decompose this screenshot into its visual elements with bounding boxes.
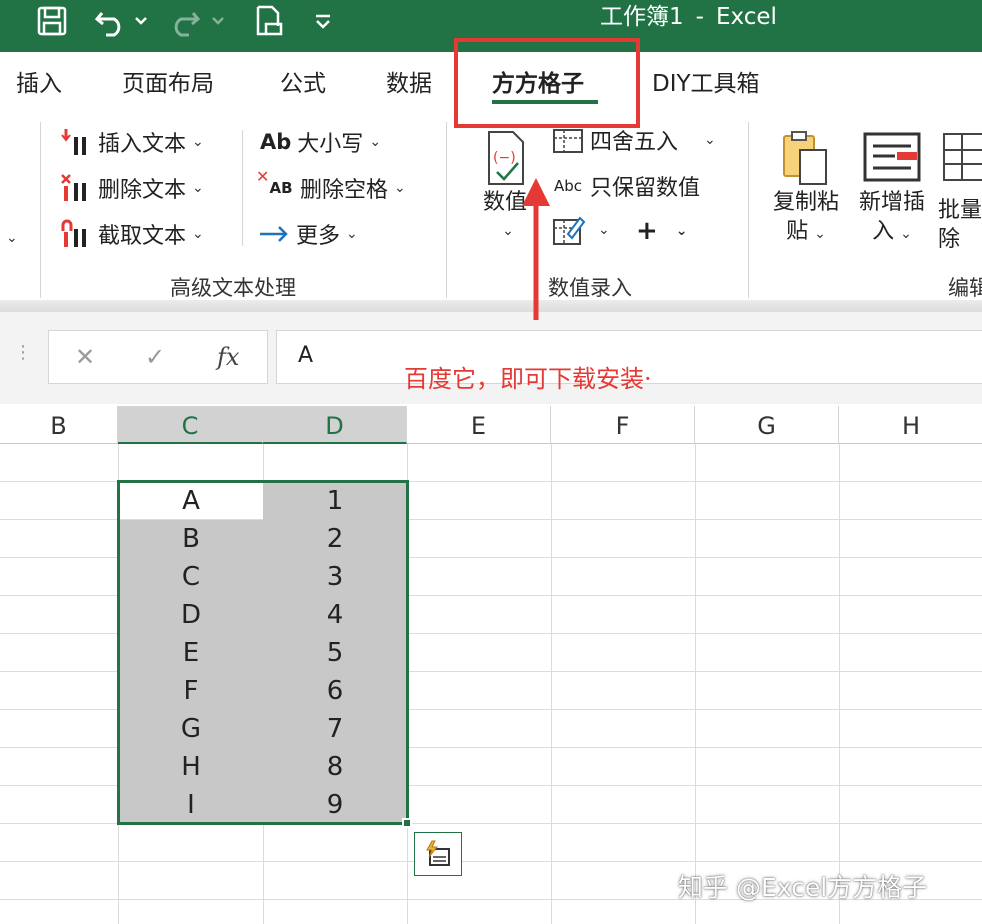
watermark: 知乎 @Excel方方格子 (678, 873, 928, 902)
excel-window: 工作簿1- Excel 插入 页面布局 公式 数据 方方格子 DIY工具箱 ⌄ 插… (0, 0, 982, 924)
annotation-text: 百度它，即可下载安装· (404, 365, 652, 393)
annotation-arrow (522, 178, 550, 320)
